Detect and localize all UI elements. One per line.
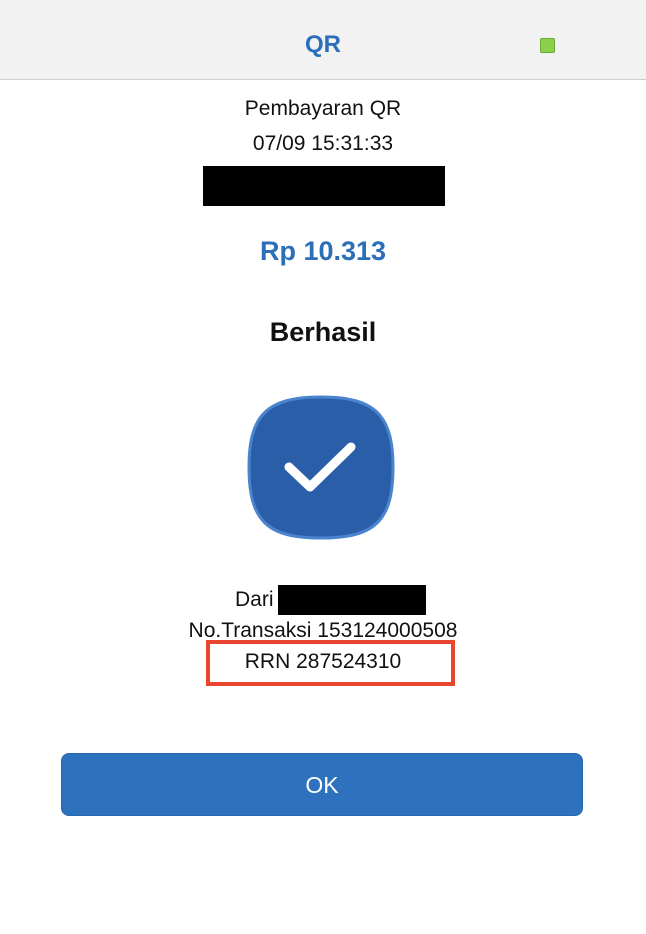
check-icon	[247, 395, 395, 540]
transaction-datetime: 07/09 15:31:33	[252, 132, 394, 155]
rrn-number: RRN 287524310	[244, 650, 402, 673]
payment-type: Pembayaran QR	[244, 97, 402, 120]
from-row: Dari	[0, 585, 646, 615]
ok-button[interactable]: OK	[61, 753, 583, 816]
status-label: Berhasil	[269, 317, 377, 347]
from-label: Dari	[235, 588, 274, 611]
status-indicator-icon	[540, 38, 555, 53]
top-bar: QR	[0, 0, 646, 80]
redacted-sender-name	[278, 585, 426, 615]
redacted-account-block	[203, 166, 445, 206]
payment-amount: Rp 10.313	[259, 236, 387, 266]
